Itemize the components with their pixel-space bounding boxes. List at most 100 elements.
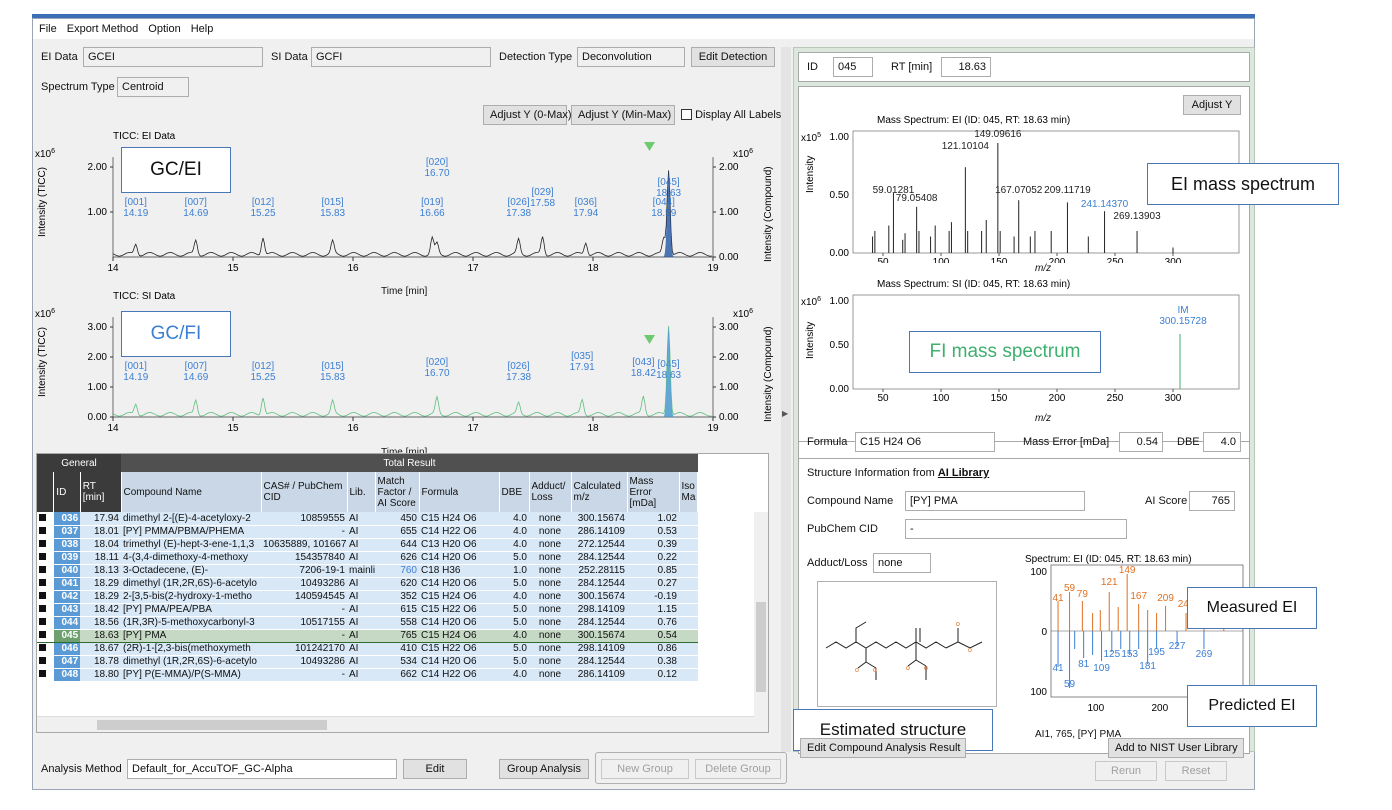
si-data-field[interactable]: GCFI xyxy=(311,47,491,67)
menu-help[interactable]: Help xyxy=(191,23,214,35)
table-cell: 1.0 xyxy=(499,564,529,578)
delete-group-button[interactable]: Delete Group xyxy=(695,759,781,779)
y-tick-label: 0.00 xyxy=(88,412,108,423)
table-row[interactable]: 048 18.80 [PY] P(E-MMA)/P(S-MMA) - AI 662 C14 … xyxy=(37,668,698,682)
column-header[interactable]: Mass Error [mDa] xyxy=(627,472,680,512)
table-cell: 0.86 xyxy=(627,642,679,656)
adduct-loss-field[interactable]: none xyxy=(873,553,931,573)
y-right-tick-label: 0.00 xyxy=(719,412,739,423)
table-cell: 18.78 xyxy=(80,655,121,669)
table-row[interactable]: 039 18.11 4-(3,4-dimethoxy-4-methoxy 154357… xyxy=(37,551,698,565)
edit-detection-button[interactable]: Edit Detection xyxy=(691,47,775,67)
edit-compound-result-button[interactable]: Edit Compound Analysis Result xyxy=(800,738,966,758)
table-row[interactable]: 038 18.04 trimethyl (E)-hept-3-ene-1,1,3 10… xyxy=(37,538,698,552)
adjust-y-0max-button[interactable]: Adjust Y (0-Max) xyxy=(483,105,572,125)
column-header[interactable]: ID xyxy=(53,472,81,512)
x-tick-label: 19 xyxy=(707,263,719,274)
table-row[interactable]: 045 18.63 [PY] PMA - AI 765 C15 H24 O6 4.0 none 3… xyxy=(37,628,698,643)
column-header[interactable]: Lib. xyxy=(347,472,376,512)
horizontal-scrollbar[interactable] xyxy=(37,716,768,732)
table-cell: 5.0 xyxy=(499,551,529,565)
column-header[interactable]: Adduct/ Loss xyxy=(529,472,572,512)
table-row[interactable]: 041 18.29 dimethyl (1R,2R,6S)-6-acetylo 104… xyxy=(37,577,698,591)
table-row[interactable]: 044 18.56 (1R,3R)-5-methoxycarbonyl-3 10517… xyxy=(37,616,698,630)
y-tick-label: 1.00 xyxy=(88,207,108,218)
table-row[interactable]: 046 18.67 (2R)-1-[2,3-bis(methoxymeth 10124… xyxy=(37,642,698,656)
menu-export-method[interactable]: Export Method xyxy=(67,23,139,35)
adduct-loss-label: Adduct/Loss xyxy=(807,557,868,569)
adjust-y-button[interactable]: Adjust Y xyxy=(1183,95,1241,115)
mirror-x-tick: 200 xyxy=(1151,703,1168,714)
display-all-labels-row: Display All Labels xyxy=(681,109,781,121)
spectrum-type-label: Spectrum Type xyxy=(41,81,115,93)
row-marker xyxy=(37,590,54,604)
id-field[interactable]: 045 xyxy=(833,57,873,77)
column-header[interactable]: Calculated m/z xyxy=(571,472,628,512)
group-analysis-button[interactable]: Group Analysis xyxy=(499,759,589,779)
ms-x-tick: 300 xyxy=(1165,393,1182,404)
analysis-method-field[interactable]: Default_for_AccuTOF_GC-Alpha xyxy=(127,759,397,779)
ticc-ei-scale: x106 xyxy=(35,148,55,160)
spectrum-type-field[interactable]: Centroid xyxy=(117,77,189,97)
table-cell: [PY] PMMA/PBMA/PHEMA xyxy=(121,525,261,539)
ai-score-label: AI Score xyxy=(1145,495,1188,507)
column-header[interactable]: RT [min] xyxy=(80,472,122,512)
new-group-button[interactable]: New Group xyxy=(601,759,689,779)
column-header[interactable]: Iso Ma xyxy=(679,472,699,512)
ms-y-tick: 0.50 xyxy=(830,190,850,201)
pubchem-cid-field[interactable]: - xyxy=(905,519,1127,539)
svg-text:o: o xyxy=(855,667,859,674)
table-row[interactable]: 047 18.78 dimethyl (1R,2R,6S)-6-acetylo 104… xyxy=(37,655,698,669)
ai-score-field[interactable]: 765 xyxy=(1189,491,1235,511)
row-marker xyxy=(37,564,54,578)
mass-error-field[interactable]: 0.54 xyxy=(1119,432,1163,452)
table-row[interactable]: 040 18.13 3-Octadecene, (E)- 7206-19-1 mainl… xyxy=(37,564,698,578)
pubchem-cid-label: PubChem CID xyxy=(807,523,878,535)
detection-type-field[interactable]: Deconvolution xyxy=(577,47,685,67)
mirror-bottom-label: 125 xyxy=(1103,649,1120,660)
peak-label-rt: 16.66 xyxy=(420,208,445,219)
table-cell: 0.39 xyxy=(627,538,679,552)
table-row[interactable]: 043 18.42 [PY] PMA/PEA/PBA - AI 615 C15 H22 O6… xyxy=(37,603,698,617)
estimated-structure-image: o o o o o o xyxy=(817,581,997,707)
compound-name-field[interactable]: [PY] PMA xyxy=(905,491,1085,511)
ms-ei-label: 79.05408 xyxy=(896,193,938,204)
vertical-scrollbar[interactable] xyxy=(754,512,768,718)
column-header[interactable]: Match Factor / AI Score xyxy=(375,472,420,512)
rt-field[interactable]: 18.63 xyxy=(941,57,991,77)
column-header[interactable]: Formula xyxy=(419,472,500,512)
dbe-field[interactable]: 4.0 xyxy=(1203,432,1241,452)
reset-button[interactable]: Reset xyxy=(1165,761,1227,781)
mirror-top-label: 121 xyxy=(1101,577,1118,588)
x-tick-label: 14 xyxy=(107,423,119,434)
column-header[interactable]: CAS# / PubChem CID xyxy=(261,472,348,512)
peak-label-id: [043] xyxy=(632,357,654,368)
display-all-labels-checkbox[interactable] xyxy=(681,109,692,120)
vertical-scroll-thumb[interactable] xyxy=(756,602,766,692)
ms-x-tick: 250 xyxy=(1107,257,1124,263)
ai-library-link[interactable]: AI Library xyxy=(938,467,989,479)
column-header[interactable]: DBE xyxy=(499,472,530,512)
menu-option[interactable]: Option xyxy=(148,23,180,35)
table-row[interactable]: 042 18.29 2-[3,5-bis(2-hydroxy-1-metho 1405… xyxy=(37,590,698,604)
splitter[interactable]: ▶ xyxy=(781,47,791,752)
mirror-y-tick: 0 xyxy=(1041,627,1047,638)
table-cell: mainlib xyxy=(347,564,375,578)
edit-analysis-button[interactable]: Edit xyxy=(403,759,467,779)
mirror-top-label: 209 xyxy=(1157,593,1174,604)
table-cell xyxy=(679,564,698,578)
column-header[interactable]: Compound Name xyxy=(121,472,262,512)
table-row[interactable]: 037 18.01 [PY] PMMA/PBMA/PHEMA - AI 655 C14 H2… xyxy=(37,525,698,539)
formula-field[interactable]: C15 H24 O6 xyxy=(855,432,995,452)
x-tick-label: 17 xyxy=(467,263,479,274)
menu-file[interactable]: File xyxy=(39,23,57,35)
horizontal-scroll-thumb[interactable] xyxy=(97,720,327,730)
adjust-y-minmax-button[interactable]: Adjust Y (Min-Max) xyxy=(571,105,675,125)
table-row[interactable]: 036 17.94 dimethyl 2-[(E)-4-acetyloxy-2 108… xyxy=(37,512,698,526)
peak-label-rt: 16.70 xyxy=(424,168,449,179)
ei-data-field[interactable]: GCEI xyxy=(83,47,263,67)
rerun-button[interactable]: Rerun xyxy=(1095,761,1157,781)
table-cell xyxy=(679,642,698,656)
table-cell: 18.67 xyxy=(80,642,121,656)
add-to-nist-button[interactable]: Add to NIST User Library xyxy=(1108,738,1244,758)
